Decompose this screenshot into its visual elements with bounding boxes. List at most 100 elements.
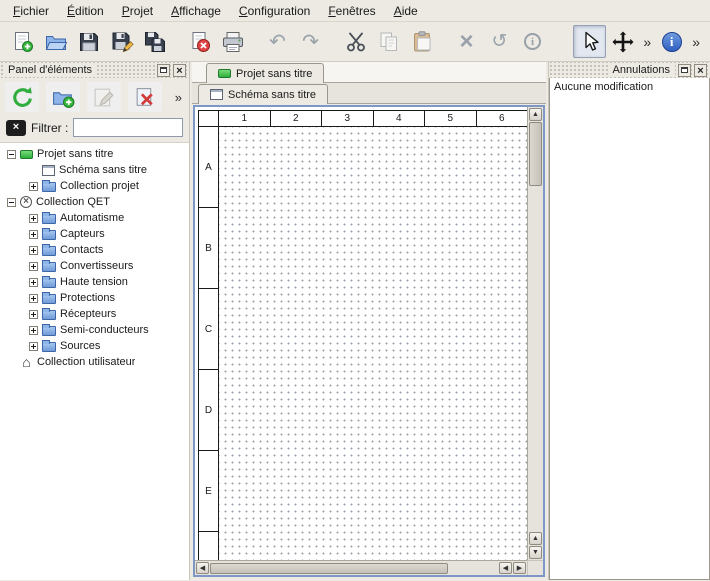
redo-button[interactable]: [294, 25, 327, 58]
menu-aide[interactable]: Aide: [385, 1, 427, 21]
expand-icon[interactable]: [29, 214, 38, 223]
close-file-button[interactable]: [183, 25, 216, 58]
save-button[interactable]: [72, 25, 105, 58]
header-corner: [199, 111, 219, 126]
collapse-icon[interactable]: [7, 198, 16, 207]
menu-edition[interactable]: Édition: [58, 1, 113, 21]
expand-icon[interactable]: [29, 326, 38, 335]
expand-icon[interactable]: [29, 230, 38, 239]
toolbar-overflow-button[interactable]: »: [639, 34, 655, 50]
application-window: Fichier Édition Projet Affichage Configu…: [0, 0, 710, 580]
tree-item-automatisme[interactable]: Automatisme: [0, 210, 189, 226]
horizontal-scroll-thumb[interactable]: [210, 563, 448, 574]
scroll-left-button[interactable]: [196, 562, 209, 574]
select-pointer-button[interactable]: [573, 25, 606, 58]
copy-button[interactable]: [372, 25, 405, 58]
row-label: A: [199, 127, 218, 208]
tree-item-collection-qet[interactable]: Collection QET: [0, 194, 189, 210]
undo-history-list[interactable]: Aucune modification: [549, 78, 710, 580]
undo-button[interactable]: [261, 25, 294, 58]
tree-item-collection-utilisateur[interactable]: Collection utilisateur: [0, 354, 189, 370]
folder-icon: [42, 278, 56, 288]
expand-icon[interactable]: [29, 310, 38, 319]
menu-fichier[interactable]: Fichier: [4, 1, 58, 21]
info-button[interactable]: [516, 25, 549, 58]
collapse-icon[interactable]: [7, 150, 16, 159]
save-all-button[interactable]: [138, 25, 171, 58]
folder-icon: [42, 214, 56, 224]
titlebar-grip[interactable]: [552, 62, 605, 78]
menu-fenetres[interactable]: Fenêtres: [319, 1, 384, 21]
toolbar-overflow-button-2[interactable]: »: [688, 34, 704, 50]
tree-item-label: Projet sans titre: [37, 148, 113, 160]
about-qet-icon: [662, 32, 682, 52]
save-as-icon: [110, 30, 134, 54]
scroll-down-button[interactable]: [529, 546, 542, 559]
reload-collections-button[interactable]: [5, 82, 39, 112]
titlebar-grip[interactable]: [100, 62, 154, 78]
close-icon: [697, 63, 703, 77]
dot-grid[interactable]: [219, 127, 527, 560]
save-as-button[interactable]: [105, 25, 138, 58]
elements-tree: Projet sans titre Schéma sans titre Coll…: [0, 142, 189, 580]
qet-collection-icon: [20, 196, 32, 208]
row-label: C: [199, 289, 218, 370]
new-document-button[interactable]: [6, 25, 39, 58]
float-panel-button[interactable]: [157, 64, 170, 77]
vertical-scroll-thumb[interactable]: [529, 122, 542, 186]
undo-panel-titlebar[interactable]: Annulations: [549, 62, 710, 78]
expand-icon[interactable]: [29, 246, 38, 255]
folder-icon: [42, 342, 56, 352]
menu-projet[interactable]: Projet: [113, 1, 162, 21]
tab-projet-sans-titre[interactable]: Projet sans titre: [206, 63, 324, 83]
tree-item-haute-tension[interactable]: Haute tension: [0, 274, 189, 290]
elements-panel: Panel d'éléments »: [0, 62, 190, 580]
close-panel-button[interactable]: [173, 64, 186, 77]
tree-item-projet-sans-titre[interactable]: Projet sans titre: [0, 146, 189, 162]
scroll-up-button-bottom[interactable]: [529, 532, 542, 545]
delete-element-button[interactable]: [128, 82, 162, 112]
expand-icon[interactable]: [29, 278, 38, 287]
main-area: Panel d'éléments »: [0, 62, 710, 580]
scroll-left-button-right[interactable]: [499, 562, 512, 574]
expand-icon[interactable]: [29, 342, 38, 351]
vertical-scrollbar[interactable]: [527, 107, 543, 560]
tree-item-collection-projet[interactable]: Collection projet: [0, 178, 189, 194]
panel-overflow-button[interactable]: »: [175, 90, 184, 105]
folder-icon: [42, 230, 56, 240]
float-panel-button[interactable]: [678, 64, 691, 77]
scroll-up-button[interactable]: [529, 108, 542, 121]
tree-item-recepteurs[interactable]: Récepteurs: [0, 306, 189, 322]
tree-item-capteurs[interactable]: Capteurs: [0, 226, 189, 242]
print-button[interactable]: [216, 25, 249, 58]
paste-button[interactable]: [405, 25, 438, 58]
elements-panel-titlebar[interactable]: Panel d'éléments: [0, 62, 189, 78]
edit-element-button[interactable]: [87, 82, 121, 112]
schema-icon: [42, 165, 55, 176]
tree-item-contacts[interactable]: Contacts: [0, 242, 189, 258]
filter-input[interactable]: [73, 118, 183, 137]
open-file-button[interactable]: [39, 25, 72, 58]
expand-icon[interactable]: [29, 294, 38, 303]
tree-item-convertisseurs[interactable]: Convertisseurs: [0, 258, 189, 274]
delete-button[interactable]: [450, 25, 483, 58]
rotate-button[interactable]: [483, 25, 516, 58]
scroll-right-button[interactable]: [513, 562, 526, 574]
move-view-button[interactable]: [606, 25, 639, 58]
clear-filter-button[interactable]: [6, 120, 26, 136]
cut-button[interactable]: [339, 25, 372, 58]
expand-icon[interactable]: [29, 182, 38, 191]
expand-icon[interactable]: [29, 262, 38, 271]
tree-item-semi-conducteurs[interactable]: Semi-conducteurs: [0, 322, 189, 338]
tree-item-sources[interactable]: Sources: [0, 338, 189, 354]
about-qet-button[interactable]: [655, 25, 688, 58]
horizontal-scrollbar[interactable]: [195, 560, 527, 575]
tree-item-protections[interactable]: Protections: [0, 290, 189, 306]
tab-schema-sans-titre[interactable]: Schéma sans titre: [198, 84, 328, 104]
new-element-button[interactable]: [46, 82, 80, 112]
menu-affichage[interactable]: Affichage: [162, 1, 230, 21]
menu-configuration[interactable]: Configuration: [230, 1, 319, 21]
schema-canvas[interactable]: 1 2 3 4 5 6 A B C D E: [195, 107, 527, 560]
close-panel-button[interactable]: [694, 64, 707, 77]
tree-item-schema-sans-titre[interactable]: Schéma sans titre: [0, 162, 189, 178]
